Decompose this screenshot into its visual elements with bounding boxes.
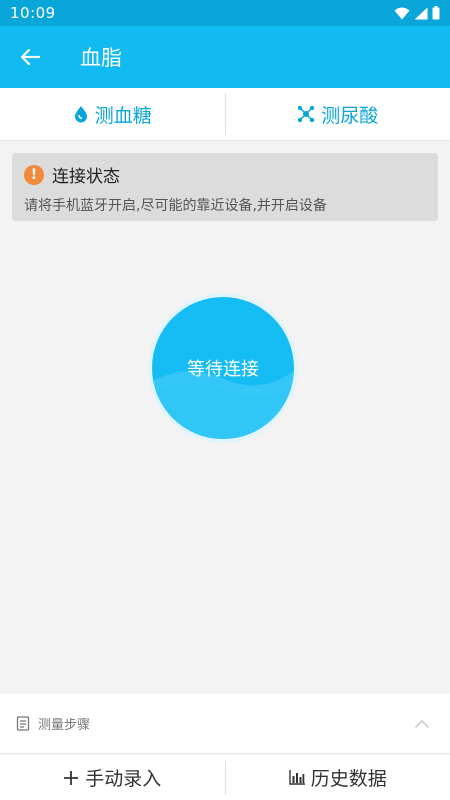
tab-uric-acid[interactable]: 测尿酸 — [226, 88, 450, 140]
arrow-left-icon — [20, 48, 40, 66]
app-bar: 血脂 — [0, 26, 450, 88]
back-button[interactable] — [0, 26, 60, 88]
tab-blood-glucose[interactable]: 测血糖 — [0, 88, 225, 140]
battery-icon — [432, 6, 440, 20]
status-bar: 10:09 — [0, 0, 450, 26]
warning-icon: ! — [24, 164, 44, 185]
bar-chart-icon — [289, 770, 305, 785]
notice-header: ! 连接状态 — [24, 162, 426, 187]
bottom-action-bar: 手动录入 历史数据 — [0, 755, 450, 800]
connection-status-card: ! 连接状态 请将手机蓝牙开启,尽可能的靠近设备,并开启设备 — [12, 153, 438, 221]
connect-status-label: 等待连接 — [187, 359, 259, 380]
page-title: 血脂 — [80, 46, 122, 70]
manual-entry-button[interactable]: 手动录入 — [0, 755, 225, 800]
connect-indicator[interactable]: 等待连接 — [148, 293, 298, 443]
signal-icon — [414, 7, 428, 19]
drop-icon — [74, 106, 87, 123]
history-data-label: 历史数据 — [310, 768, 387, 790]
measurement-steps-bar[interactable]: 测量步骤 — [0, 694, 450, 754]
plus-icon — [64, 770, 79, 785]
tab-label: 测尿酸 — [321, 104, 379, 127]
notice-message: 请将手机蓝牙开启,尽可能的靠近设备,并开启设备 — [24, 198, 327, 214]
molecule-icon — [298, 105, 315, 123]
notice-title: 连接状态 — [52, 167, 120, 187]
manual-entry-label: 手动录入 — [85, 768, 162, 790]
wifi-icon — [394, 7, 410, 19]
connect-circle[interactable]: 等待连接 — [152, 297, 294, 439]
chevron-up-icon[interactable] — [414, 719, 430, 729]
tab-label: 测血糖 — [94, 104, 152, 127]
history-data-button[interactable]: 历史数据 — [226, 755, 450, 800]
steps-label: 测量步骤 — [38, 718, 91, 733]
status-time: 10:09 — [10, 4, 56, 22]
document-icon — [16, 716, 30, 731]
system-icons — [394, 6, 440, 20]
measure-tabs: 测血糖 测尿酸 — [0, 88, 450, 141]
